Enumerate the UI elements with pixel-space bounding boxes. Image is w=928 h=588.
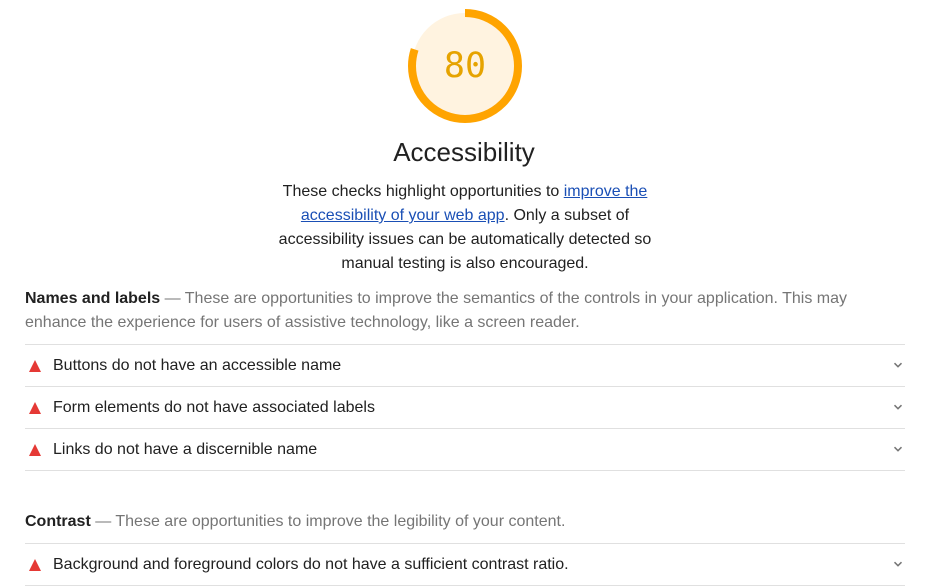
audit-row-form-labels[interactable]: Form elements do not have associated lab… [25,386,905,428]
audit-label: Buttons do not have an accessible name [53,357,342,374]
chevron-down-icon[interactable] [893,360,903,370]
group-header-contrast: Contrast — These are opportunities to im… [25,510,885,534]
audit-label: Background and foreground colors do not … [53,556,569,573]
audit-label: Form elements do not have associated lab… [53,399,375,416]
score-gauge: 80 [408,9,522,123]
chevron-down-icon[interactable] [893,444,903,454]
group-title: Names and labels [25,290,161,307]
category-description-text: These checks highlight opportunities to [282,183,564,200]
audit-row-button-name[interactable]: Buttons do not have an accessible name [25,344,905,386]
category-description: These checks highlight opportunities to … [274,180,656,276]
group-title: Contrast [25,513,91,530]
gauge-score-value: 80 [443,46,487,86]
category-title: Accessibility [393,137,535,167]
fail-triangle-icon [29,402,41,414]
group-header-names-labels: Names and labels — These are opportuniti… [25,287,885,335]
audit-row-color-contrast[interactable]: Background and foreground colors do not … [25,543,905,586]
chevron-down-icon[interactable] [893,559,903,569]
fail-triangle-icon [29,559,41,571]
audit-row-link-name[interactable]: Links do not have a discernible name [25,428,905,471]
fail-triangle-icon [29,360,41,372]
fail-triangle-icon [29,444,41,456]
chevron-down-icon[interactable] [893,402,903,412]
audit-label: Links do not have a discernible name [53,441,318,458]
group-description: — These are opportunities to improve the… [90,513,566,530]
